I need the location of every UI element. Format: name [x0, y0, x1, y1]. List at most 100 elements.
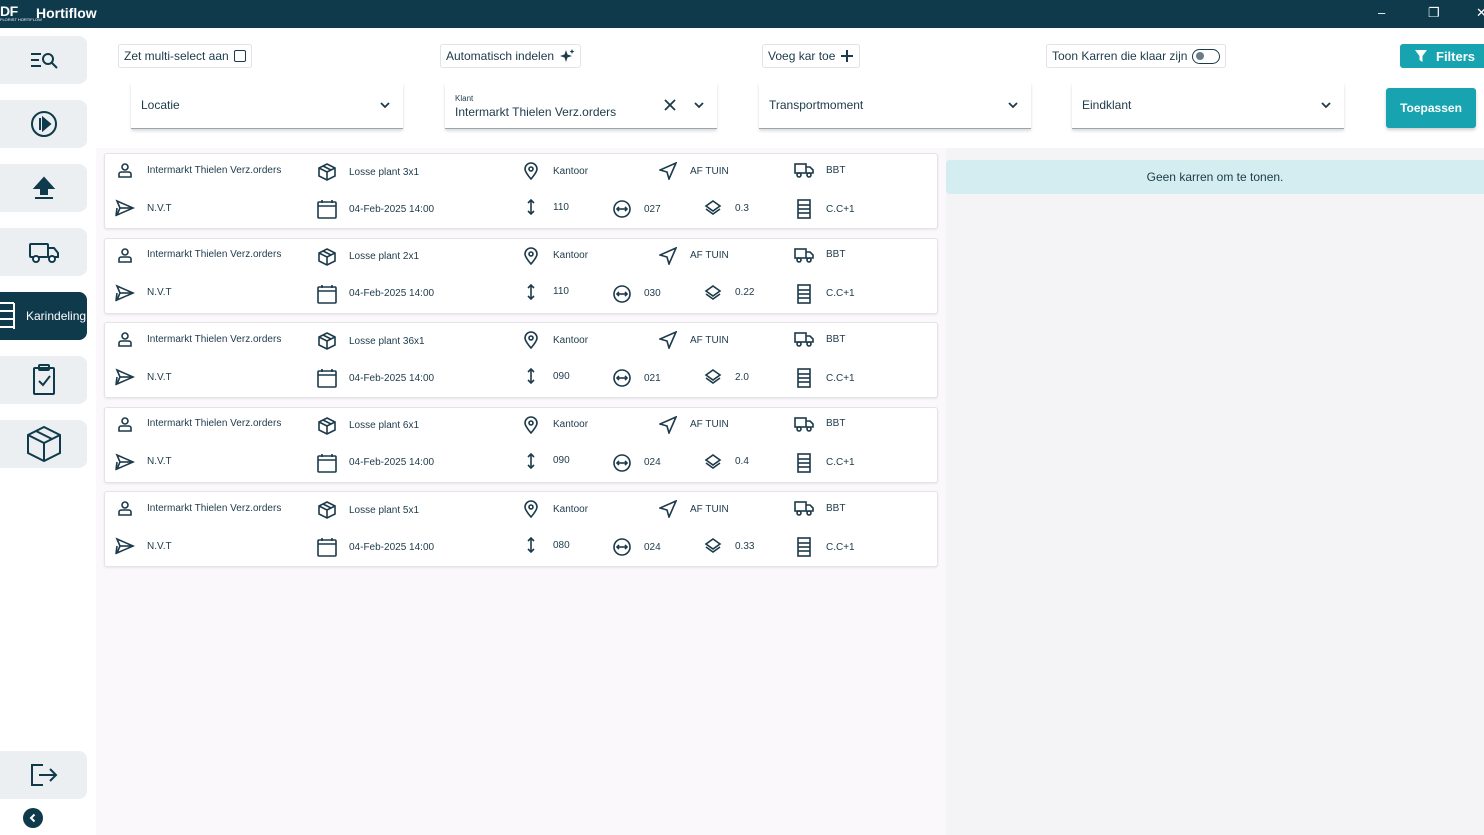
layers-icon	[701, 199, 725, 217]
cart-ref: N.V.T	[113, 199, 172, 217]
logout-icon	[30, 764, 57, 786]
cart-product-value: Losse plant 6x1	[349, 420, 420, 431]
customer-dropdown[interactable]: Klant Intermarkt Thielen Verz.orders	[445, 83, 717, 129]
cart-location-value: Kantoor	[553, 419, 589, 430]
cart-card[interactable]: Intermarkt Thielen Verz.orders Losse plan…	[104, 406, 938, 483]
cart-location: Kantoor	[519, 331, 588, 349]
minimize-button[interactable]: –	[1378, 5, 1385, 20]
cart-product-value: Losse plant 5x1	[349, 504, 420, 516]
cart-product-value: Losse plant 2x1	[349, 251, 420, 262]
height-arrow-icon	[519, 452, 543, 469]
cart-width-value: 024	[644, 457, 661, 468]
cart-rack-icon	[792, 368, 816, 388]
cart-card[interactable]: Intermarkt Thielen Verz.orders Losse plan…	[104, 491, 938, 567]
filters-label: Filters	[1436, 48, 1476, 64]
send-icon	[113, 368, 137, 386]
customer-label: Klant	[455, 94, 474, 103]
calendar-icon	[315, 453, 339, 473]
width-arrow-icon	[610, 537, 634, 557]
clipboard-check-icon	[32, 364, 55, 395]
width-arrow-icon	[610, 368, 634, 388]
cart-rack-icon	[792, 283, 816, 304]
close-button[interactable]: ✕	[1476, 5, 1484, 21]
layers-icon	[701, 368, 725, 386]
calendar-icon	[315, 537, 339, 557]
sidebar-item-transport[interactable]	[0, 228, 87, 276]
end-customer-dropdown[interactable]: Eindklant	[1072, 83, 1344, 129]
cart-ref: N.V.T	[113, 283, 172, 302]
location-pin-icon	[519, 500, 543, 518]
auto-assign-label: Automatisch indelen	[446, 49, 555, 63]
transport-placeholder: Transportmoment	[769, 98, 864, 112]
filters-button[interactable]: Filters	[1400, 44, 1484, 68]
location-dropdown[interactable]: Locatie	[131, 83, 403, 129]
multiselect-toggle[interactable]: Zet multi-select aan	[118, 44, 252, 68]
width-arrow-icon	[610, 199, 634, 219]
show-ready-carts-toggle[interactable]: Toon Karren die klaar zijn	[1046, 44, 1227, 68]
chevron-down-icon	[1321, 102, 1331, 109]
cart-destination: AF TUIN	[656, 415, 729, 434]
chevron-down-icon	[380, 102, 390, 109]
clear-icon[interactable]	[663, 98, 677, 112]
cart-location-value: Kantoor	[553, 250, 589, 261]
auto-assign-button[interactable]: Automatisch indelen	[440, 44, 582, 68]
navigation-icon	[656, 500, 680, 518]
cart-height: 080	[519, 537, 570, 553]
sidebar-item-search[interactable]	[0, 36, 87, 84]
restore-button[interactable]: ❐	[1428, 5, 1440, 21]
transport-moment-dropdown[interactable]: Transportmoment	[759, 83, 1031, 129]
cart-height-value: 110	[553, 201, 569, 213]
apply-button[interactable]: Toepassen	[1386, 88, 1476, 128]
cart-height-value: 090	[553, 455, 570, 466]
sidebar-item-upload[interactable]	[0, 164, 87, 212]
cart-cart-type: C.C+1	[792, 199, 855, 219]
sidebar-item-products[interactable]	[0, 420, 87, 468]
cart-card[interactable]: Intermarkt Thielen Verz.orders Losse plan…	[104, 322, 938, 398]
cart-cart-type-value: C.C+1	[826, 288, 855, 299]
cart-layers: 0.4	[701, 453, 749, 471]
sidebar-item-checklist[interactable]	[0, 356, 87, 404]
cart-carrier-value: BBT	[826, 333, 846, 345]
cart-layers-value: 0.3	[735, 202, 749, 214]
send-icon	[113, 452, 137, 471]
cart-customer-value: Intermarkt Thielen Verz.orders	[147, 249, 282, 260]
add-cart-button[interactable]: Voeg kar toe	[762, 44, 861, 68]
height-arrow-icon	[519, 283, 543, 300]
cart-location: Kantoor	[519, 415, 589, 434]
cart-width-value: 024	[644, 541, 661, 553]
cart-list: Intermarkt Thielen Verz.orders Losse plan…	[96, 148, 946, 835]
logout-button[interactable]	[0, 751, 87, 799]
navigation-icon	[656, 331, 680, 349]
location-pin-icon	[519, 415, 543, 434]
collapse-sidebar-button[interactable]	[23, 808, 43, 828]
cart-width-value: 030	[644, 288, 661, 299]
truck-icon	[792, 416, 816, 432]
calendar-icon	[315, 368, 339, 388]
cart-width: 024	[610, 537, 661, 557]
show-ready-switch[interactable]	[1192, 48, 1221, 64]
cart-carrier: BBT	[792, 331, 845, 347]
cart-cart-type: C.C+1	[792, 283, 855, 304]
multiselect-checkbox[interactable]	[233, 50, 246, 62]
cart-height: 110	[519, 199, 569, 215]
cart-date: 04-Feb-2025 14:00	[315, 368, 434, 388]
cart-carrier: BBT	[792, 247, 845, 263]
box-icon	[315, 500, 339, 520]
cart-customer: Intermarkt Thielen Verz.orders	[113, 416, 281, 432]
layers-icon	[701, 453, 725, 471]
cart-date: 04-Feb-2025 14:00	[315, 537, 434, 557]
box-icon	[315, 416, 339, 436]
cart-height: 090	[519, 368, 570, 384]
person-icon	[113, 331, 137, 347]
truck-icon	[792, 247, 816, 263]
box-icon	[315, 331, 339, 351]
sidebar-item-play[interactable]	[0, 100, 87, 148]
cart-card[interactable]: Intermarkt Thielen Verz.orders Losse plan…	[104, 153, 938, 229]
sidebar-item-karindeling[interactable]: Karindeling	[0, 292, 87, 340]
cart-ref-value: N.V.T	[147, 456, 172, 467]
show-ready-label: Toon Karren die klaar zijn	[1052, 49, 1188, 63]
cart-card[interactable]: Intermarkt Thielen Verz.orders Losse plan…	[104, 237, 938, 314]
cart-layers: 0.3	[701, 199, 749, 217]
upload-icon	[32, 176, 55, 199]
add-cart-label: Voeg kar toe	[768, 49, 836, 63]
